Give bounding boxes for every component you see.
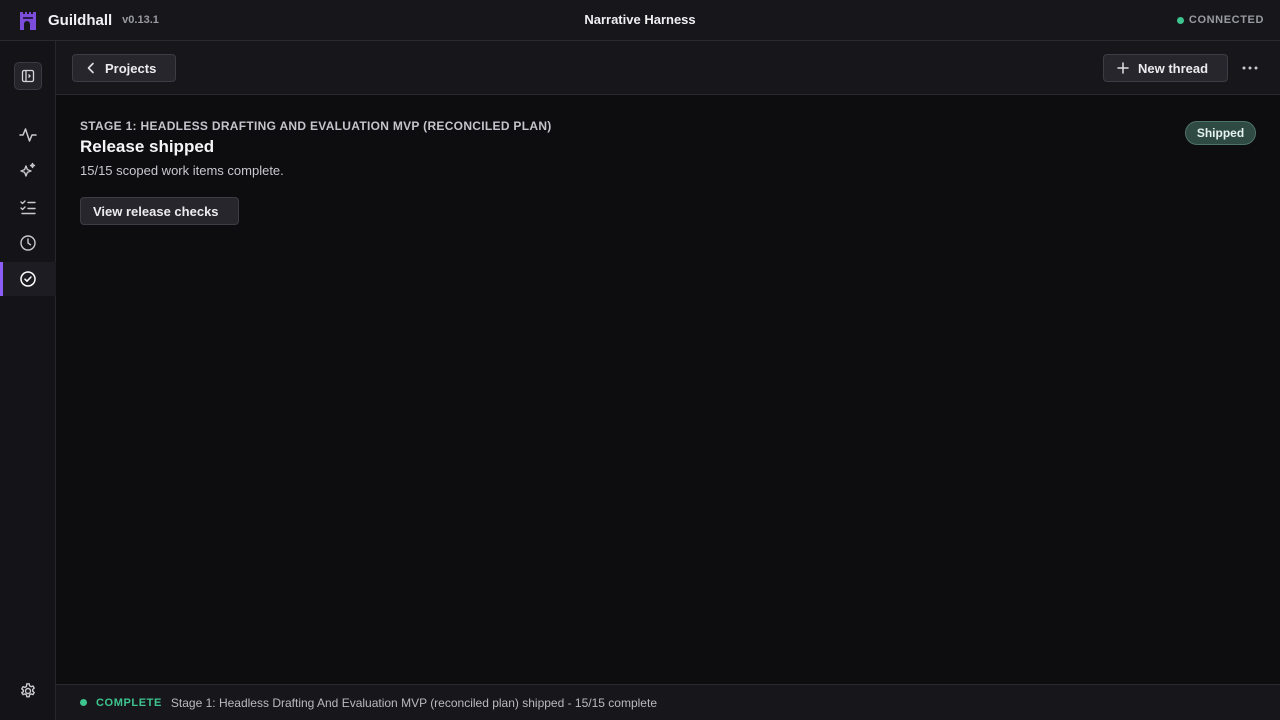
connection-status-label: CONNECTED <box>1188 14 1264 26</box>
checklist-icon <box>19 198 37 216</box>
sidebar-toggle-button[interactable] <box>14 62 42 90</box>
status-bar: COMPLETE Stage 1: Headless Drafting And … <box>56 684 1280 720</box>
connection-status: CONNECTED <box>1176 14 1264 26</box>
plus-icon <box>1117 62 1129 74</box>
chevron-left-icon <box>87 62 95 74</box>
back-to-projects-button[interactable]: Projects <box>72 54 176 82</box>
sidebar-panel-icon <box>21 69 35 83</box>
stage-label: STAGE 1: HEADLESS DRAFTING AND EVALUATIO… <box>80 119 552 133</box>
sidebar-item-history[interactable] <box>0 226 56 260</box>
new-thread-button[interactable]: New thread <box>1103 54 1228 82</box>
status-dot-icon <box>80 699 87 706</box>
activity-pulse-icon <box>19 126 37 144</box>
status-message: Stage 1: Headless Drafting And Evaluatio… <box>170 695 657 710</box>
title-bar: Guildhall v0.13.1 Narrative Harness CONN… <box>0 0 1280 41</box>
sidebar-item-sparkles[interactable] <box>0 154 56 188</box>
sidebar-item-tasks[interactable] <box>0 190 56 224</box>
back-to-projects-label: Projects <box>105 60 157 76</box>
view-release-checks-label: View release checks <box>93 203 219 219</box>
sidebar-item-releases[interactable] <box>0 262 56 296</box>
new-thread-label: New thread <box>1138 60 1209 76</box>
view-release-checks-button[interactable]: View release checks <box>80 197 239 225</box>
check-circle-icon <box>19 270 37 288</box>
ellipsis-icon <box>1242 66 1258 70</box>
release-subtitle: 15/15 scoped work items complete. <box>80 163 284 178</box>
window-title: Narrative Harness <box>584 12 696 27</box>
status-badge: Shipped <box>1185 121 1256 145</box>
settings-button[interactable] <box>0 674 56 708</box>
sidebar-item-activity[interactable] <box>0 118 56 152</box>
clock-icon <box>19 234 37 252</box>
release-title: Release shipped <box>80 137 215 156</box>
toolbar: Projects New thread <box>56 41 1280 95</box>
gear-icon <box>19 682 37 700</box>
status-state: COMPLETE <box>96 696 162 709</box>
more-options-button[interactable] <box>1238 58 1262 78</box>
main-content: STAGE 1: HEADLESS DRAFTING AND EVALUATIO… <box>56 95 1280 684</box>
sparkles-icon <box>19 162 37 180</box>
sidebar <box>0 41 56 720</box>
status-dot-icon <box>1176 16 1184 24</box>
